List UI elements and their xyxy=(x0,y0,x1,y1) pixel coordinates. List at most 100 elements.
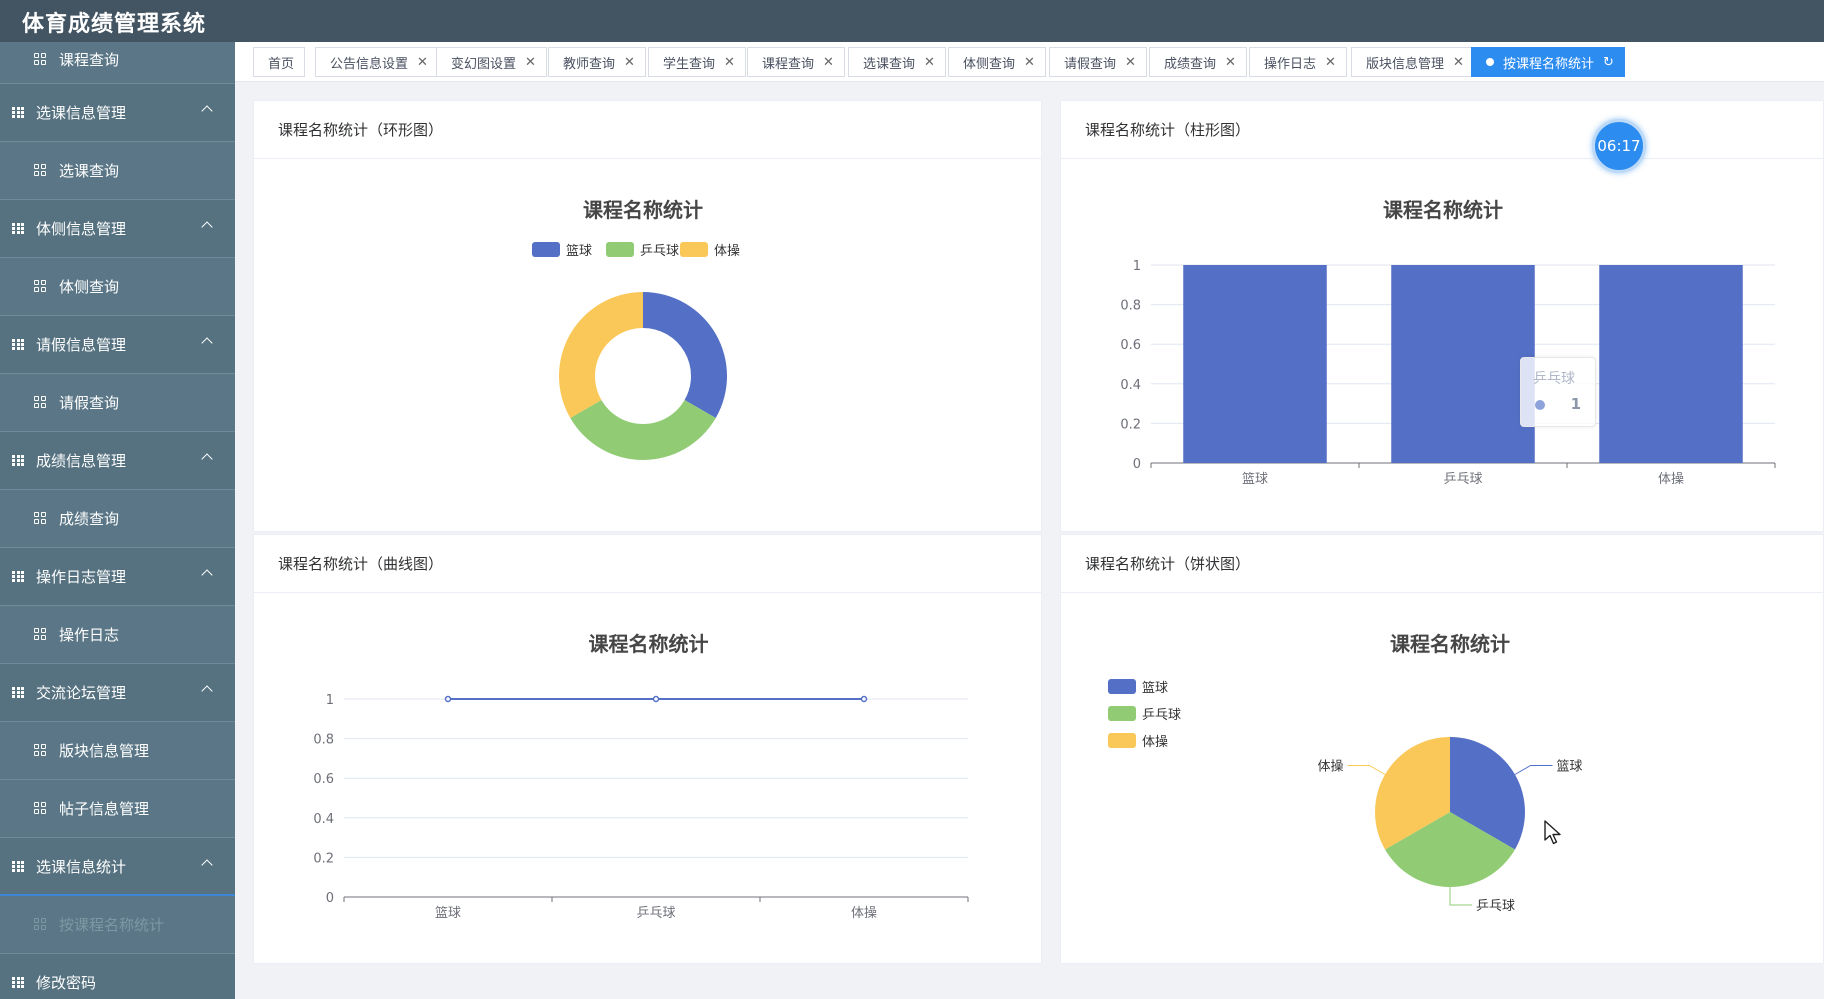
donut-slice[interactable] xyxy=(570,400,716,460)
y-tick-label: 0 xyxy=(1133,457,1141,472)
sidebar-item-0[interactable]: 课程查询 xyxy=(0,42,235,84)
bar[interactable] xyxy=(1391,265,1535,463)
tab-5[interactable]: 课程查询 ✕ xyxy=(747,47,845,77)
legend-swatch[interactable] xyxy=(606,242,634,257)
tab-12[interactable]: 按课程名称统计 ↻ xyxy=(1471,47,1625,77)
apps-icon xyxy=(34,628,47,641)
legend-swatch[interactable] xyxy=(1108,679,1136,694)
tab-2[interactable]: 变幻图设置 ✕ xyxy=(436,47,547,77)
sidebar-item-label: 体侧信息管理 xyxy=(36,220,127,238)
tab-4[interactable]: 学生查询 ✕ xyxy=(648,47,746,77)
timer-badge[interactable]: 06:17 xyxy=(1592,119,1646,173)
apps-icon xyxy=(34,744,47,757)
sidebar-group-11[interactable]: 交流论坛管理 xyxy=(0,664,235,722)
line-chart: 课程名称统计 0 0.2 0.4 0.6 0.8 1 篮球 乒乓球 体操 xyxy=(313,632,969,921)
x-tick-label: 乒乓球 xyxy=(1443,472,1482,487)
close-icon[interactable]: ✕ xyxy=(417,55,428,70)
apps-icon xyxy=(34,280,47,293)
sidebar-group-1[interactable]: 选课信息管理 xyxy=(0,84,235,142)
y-tick-label: 0.4 xyxy=(1120,378,1141,393)
donut-chart: 课程名称统计篮球 乒乓球 体操 xyxy=(532,198,740,460)
pie-chart: 课程名称统计篮球乒乓球体操篮球乒乓球体操 xyxy=(1108,632,1583,914)
close-icon[interactable]: ✕ xyxy=(525,55,536,70)
close-icon[interactable]: ✕ xyxy=(1325,55,1336,70)
sidebar-item-label: 成绩查询 xyxy=(59,510,120,528)
legend-label: 体操 xyxy=(1142,734,1168,750)
active-dot-icon xyxy=(1486,58,1494,66)
tab-label: 变幻图设置 xyxy=(451,56,517,72)
bar[interactable] xyxy=(1183,265,1327,463)
line-chart-panel: 课程名称统计（曲线图） 课程名称统计 0 0.2 0.4 0.6 0.8 1 篮球 乒乓球 体操 xyxy=(253,534,1042,964)
x-tick-label: 篮球 xyxy=(1242,472,1268,487)
tab-label: 公告信息设置 xyxy=(330,56,409,72)
pie-slice-label: 乒乓球 xyxy=(1476,899,1515,914)
line-point[interactable] xyxy=(444,695,452,703)
x-tick-label: 篮球 xyxy=(435,906,461,921)
sidebar-item-15[interactable]: 按课程名称统计 xyxy=(0,896,235,954)
x-tick-label: 体操 xyxy=(851,905,877,921)
sidebar-group-7[interactable]: 成绩信息管理 xyxy=(0,432,235,490)
legend-swatch[interactable] xyxy=(1108,706,1136,721)
donut-slice[interactable] xyxy=(559,292,643,418)
refresh-icon[interactable]: ↻ xyxy=(1603,55,1614,70)
chevron-up-icon xyxy=(201,105,213,117)
tab-label: 选课查询 xyxy=(863,56,916,72)
line-point[interactable] xyxy=(652,695,660,703)
sidebar-group-14[interactable]: 选课信息统计 xyxy=(0,838,235,896)
sidebar-item-label: 体侧查询 xyxy=(59,278,120,296)
close-icon[interactable]: ✕ xyxy=(1024,55,1035,70)
sidebar-group-9[interactable]: 操作日志管理 xyxy=(0,548,235,606)
chevron-up-icon xyxy=(201,453,213,465)
legend-swatch[interactable] xyxy=(1108,733,1136,748)
sidebar-item-label: 操作日志管理 xyxy=(36,568,127,586)
y-tick-label: 0 xyxy=(326,891,334,906)
sidebar-item-4[interactable]: 体侧查询 xyxy=(0,258,235,316)
close-icon[interactable]: ✕ xyxy=(724,55,735,70)
tab-0[interactable]: 首页 xyxy=(253,47,306,77)
close-icon[interactable]: ✕ xyxy=(1453,55,1464,70)
sidebar-item-8[interactable]: 成绩查询 xyxy=(0,490,235,548)
grid-icon xyxy=(12,977,24,988)
tab-label: 操作日志 xyxy=(1264,56,1317,72)
tooltip-value: 1 xyxy=(1570,395,1581,413)
close-icon[interactable]: ✕ xyxy=(1125,55,1136,70)
legend-swatch[interactable] xyxy=(680,242,708,257)
bar[interactable] xyxy=(1599,265,1743,463)
tab-10[interactable]: 操作日志 ✕ xyxy=(1249,47,1347,77)
tab-label: 请假查询 xyxy=(1064,56,1117,72)
line-point[interactable] xyxy=(860,695,868,703)
sidebar-item-6[interactable]: 请假查询 xyxy=(0,374,235,432)
pie-label-line xyxy=(1514,765,1553,775)
close-icon[interactable]: ✕ xyxy=(823,55,834,70)
legend-label: 篮球 xyxy=(566,244,592,259)
tab-9[interactable]: 成绩查询 ✕ xyxy=(1149,47,1247,77)
legend-label: 乒乓球 xyxy=(640,244,679,259)
x-tick-label: 乒乓球 xyxy=(636,906,675,921)
sidebar-item-2[interactable]: 选课查询 xyxy=(0,142,235,200)
tab-1[interactable]: 公告信息设置 ✕ xyxy=(315,47,439,77)
apps-icon xyxy=(34,802,47,815)
tab-label: 首页 xyxy=(268,56,295,72)
tab-11[interactable]: 版块信息管理 ✕ xyxy=(1351,47,1475,77)
donut-slice[interactable] xyxy=(643,292,727,418)
sidebar-item-12[interactable]: 版块信息管理 xyxy=(0,722,235,780)
sidebar-item-13[interactable]: 帖子信息管理 xyxy=(0,780,235,838)
tab-6[interactable]: 选课查询 ✕ xyxy=(848,47,946,77)
sidebar-group-5[interactable]: 请假信息管理 xyxy=(0,316,235,374)
close-icon[interactable]: ✕ xyxy=(1225,55,1236,70)
close-icon[interactable]: ✕ xyxy=(924,55,935,70)
legend-swatch[interactable] xyxy=(532,242,560,257)
close-icon[interactable]: ✕ xyxy=(624,55,635,70)
panel-title: 课程名称统计（曲线图） xyxy=(254,535,1041,593)
chevron-up-icon xyxy=(201,221,213,233)
chevron-up-icon xyxy=(201,337,213,349)
sidebar-group-16[interactable]: 修改密码 xyxy=(0,954,235,999)
grid-icon xyxy=(12,107,24,118)
sidebar-item-label: 交流论坛管理 xyxy=(36,684,127,702)
tab-3[interactable]: 教师查询 ✕ xyxy=(548,47,646,77)
tab-8[interactable]: 请假查询 ✕ xyxy=(1049,47,1147,77)
tab-7[interactable]: 体侧查询 ✕ xyxy=(948,47,1046,77)
sidebar-group-3[interactable]: 体侧信息管理 xyxy=(0,200,235,258)
y-tick-label: 0.4 xyxy=(313,812,334,827)
sidebar-item-10[interactable]: 操作日志 xyxy=(0,606,235,664)
